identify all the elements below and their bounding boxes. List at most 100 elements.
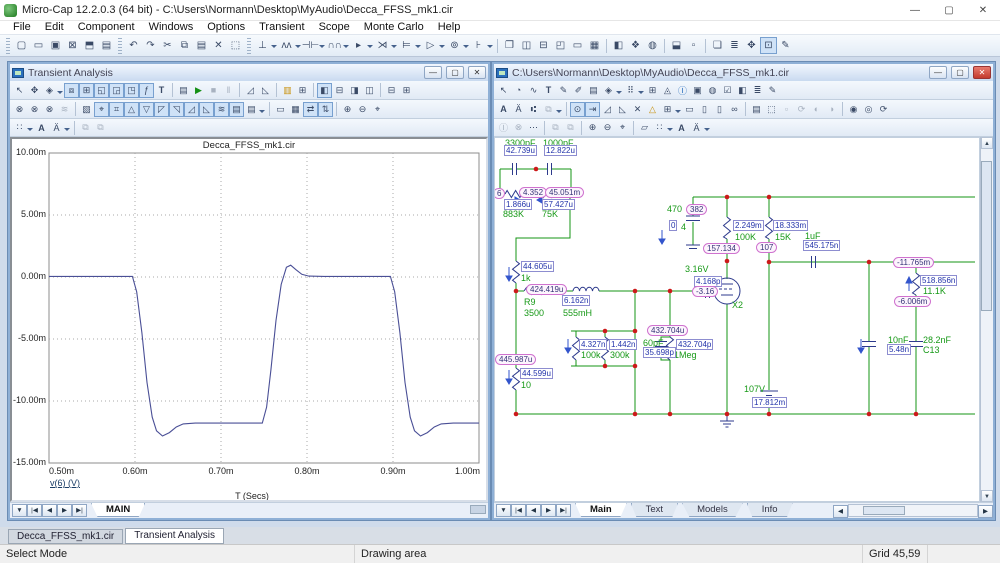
attribute-text2-icon[interactable]: Ä <box>511 102 526 117</box>
select-chart-icon[interactable]: ⊡ <box>760 37 777 54</box>
capacitor-component-icon[interactable]: ⊣⊢ <box>302 37 319 54</box>
pause-icon[interactable]: ‖ <box>221 83 236 98</box>
add-waveform-icon[interactable]: ⊞ <box>295 83 310 98</box>
diode-component-icon[interactable]: ▸ <box>350 37 367 54</box>
shape-editor-icon[interactable]: ❖ <box>627 37 644 54</box>
tab-prev-button[interactable]: ◀ <box>526 504 541 517</box>
select-region-icon[interactable]: ⬚ <box>227 37 244 54</box>
font-icon[interactable]: A <box>34 120 49 135</box>
schematic-minimize-button[interactable]: — <box>929 66 947 79</box>
scroll-thumb[interactable] <box>981 161 992 311</box>
h-scroll-thumb[interactable] <box>863 506 905 515</box>
open-file-icon[interactable]: ▭ <box>30 37 47 54</box>
zoom-in-icon[interactable]: ⊕ <box>340 102 355 117</box>
transistor-component-icon[interactable]: ⋊ <box>374 37 391 54</box>
cascade-windows-icon[interactable]: ❐ <box>501 37 518 54</box>
text-mode-icon[interactable]: T <box>541 83 556 98</box>
step-box-icon[interactable]: ▫ <box>779 102 794 117</box>
flag-icon[interactable]: ◬ <box>660 83 675 98</box>
slope-down-icon[interactable]: ◺ <box>258 83 273 98</box>
schematic-maximize-button[interactable]: ▢ <box>951 66 969 79</box>
plot-h-scrollbar[interactable] <box>470 505 486 514</box>
edit-graph-icon[interactable]: ▧ <box>79 102 94 117</box>
tab-first-button[interactable]: |◀ <box>511 504 526 517</box>
plot-maximize-button[interactable]: ▢ <box>446 66 464 79</box>
pane-vertical-icon[interactable]: ◫ <box>362 83 377 98</box>
window-blank-icon[interactable]: ▭ <box>569 37 586 54</box>
component-editor-icon[interactable]: ❏ <box>709 37 726 54</box>
mosfet-component-icon[interactable]: ⊨ <box>398 37 415 54</box>
scroll-down-button[interactable]: ▼ <box>981 490 993 502</box>
link-icon[interactable]: ∞ <box>727 102 742 117</box>
cut-icon[interactable]: ✂ <box>159 37 176 54</box>
menu-options[interactable]: Options <box>200 21 252 34</box>
print-icon[interactable]: ▤ <box>98 37 115 54</box>
checkbox-icon[interactable]: ☑ <box>720 83 735 98</box>
menu-scope[interactable]: Scope <box>312 21 357 34</box>
zoom-select-icon[interactable]: ⧈ <box>64 83 79 98</box>
maximize-button[interactable]: ▢ <box>932 0 966 21</box>
tab-first-button[interactable]: |◀ <box>27 504 42 517</box>
scroll-left-button[interactable]: ◀ <box>833 505 848 518</box>
tab-text[interactable]: Text <box>631 503 678 517</box>
zoom-out-icon[interactable]: ⊖ <box>600 120 615 135</box>
inductor-component-icon[interactable]: ∩∩ <box>326 37 343 54</box>
copy-icon[interactable]: ⧉ <box>176 37 193 54</box>
plot-window-titlebar[interactable]: Transient Analysis — ▢ ✕ <box>10 64 488 81</box>
menu-file[interactable]: File <box>6 21 38 34</box>
condition-icon[interactable]: ◺ <box>615 102 630 117</box>
scale-both-icon[interactable]: ◳ <box>124 83 139 98</box>
plot-canvas[interactable]: Decca_FFSS_mk1.cir 10.00m 5.00m 0.00m -5… <box>10 137 488 502</box>
rotate-3d-icon[interactable]: ◈ <box>42 83 57 98</box>
close-button[interactable]: ✕ <box>966 0 1000 21</box>
inflection-up-icon[interactable]: ◸ <box>154 102 169 117</box>
menu-help[interactable]: Help <box>431 21 468 34</box>
component-panel-icon[interactable]: ◧ <box>735 83 750 98</box>
paste-icon[interactable]: ▤ <box>193 37 210 54</box>
node-voltages-icon[interactable]: ⊙ <box>570 102 585 117</box>
doc-tab-transient[interactable]: Transient Analysis <box>125 528 224 544</box>
bottom-icon[interactable]: ≋ <box>214 102 229 117</box>
new-file-icon[interactable]: ▢ <box>13 37 30 54</box>
formula-icon[interactable]: ƒ <box>139 83 154 98</box>
page-icon[interactable]: ▯ <box>712 102 727 117</box>
tab-dropdown-button[interactable]: ▼ <box>12 504 27 517</box>
go-to-x-icon[interactable]: ▭ <box>273 102 288 117</box>
slope-up-icon[interactable]: ◿ <box>243 83 258 98</box>
tab-next-button[interactable]: ▶ <box>57 504 72 517</box>
top-icon[interactable]: ▤ <box>229 102 244 117</box>
global-low-icon[interactable]: ◺ <box>199 102 214 117</box>
menu-monte-carlo[interactable]: Monte Carlo <box>357 21 431 34</box>
info-page-icon[interactable]: Ⓘ <box>496 120 511 135</box>
horizontal-scrollbar[interactable]: ◀ ▶ <box>833 504 993 517</box>
list-icon[interactable]: ≣ <box>750 83 765 98</box>
zoom-out-icon[interactable]: ⊖ <box>355 102 370 117</box>
color-icon[interactable]: ▥ <box>280 83 295 98</box>
text-mode-icon[interactable]: T <box>154 83 169 98</box>
inflection-down-icon[interactable]: ◹ <box>169 102 184 117</box>
save-file-icon[interactable]: ▣ <box>47 37 64 54</box>
resistor-component-icon[interactable]: ʌʌ <box>278 37 295 54</box>
model-web-icon[interactable]: ◍ <box>644 37 661 54</box>
node-numbers-icon[interactable]: ⑆ <box>526 102 541 117</box>
pan-mode-icon[interactable]: ✥ <box>27 83 42 98</box>
grid-settings-icon[interactable]: ∷ <box>12 120 27 135</box>
info-icon[interactable]: Ⓘ <box>675 83 690 98</box>
doc-tab-schematic[interactable]: Decca_FFSS_mk1.cir <box>8 529 123 544</box>
delete-icon[interactable]: ✕ <box>210 37 227 54</box>
waveform-legend[interactable]: v(6) (V) <box>50 478 80 488</box>
scroll-track[interactable] <box>981 149 993 490</box>
arrange-icons-icon[interactable]: ◰ <box>552 37 569 54</box>
overlay-paste-icon[interactable]: ⧉ <box>563 120 578 135</box>
font-icon[interactable]: A <box>674 120 689 135</box>
properties-icon[interactable]: ▤ <box>749 102 764 117</box>
vertical-scrollbar[interactable]: ▲ ▼ <box>980 137 993 502</box>
node-snap-icon[interactable]: ⠿ <box>623 83 638 98</box>
tab-dropdown-button[interactable]: ▼ <box>496 504 511 517</box>
tile-vertical-icon[interactable]: ◫ <box>518 37 535 54</box>
plot-close-button[interactable]: ✕ <box>468 66 486 79</box>
scroll-up-button[interactable]: ▲ <box>981 137 993 149</box>
peak-icon[interactable]: ⌖ <box>94 102 109 117</box>
tab-main[interactable]: Main <box>575 503 627 517</box>
font-size-icon[interactable]: Ä <box>49 120 64 135</box>
